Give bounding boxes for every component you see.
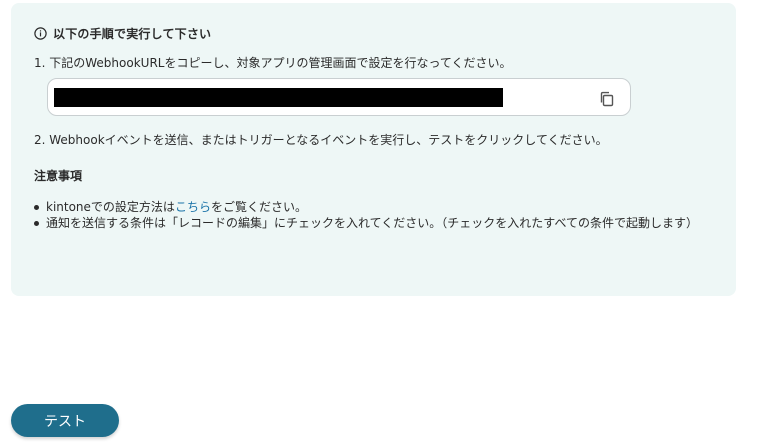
test-button[interactable]: テスト (11, 404, 119, 437)
instruction-heading: 以下の手順で実行して下さい (34, 25, 211, 42)
webhook-url-field[interactable] (47, 78, 631, 116)
note-item-settings-help: kintoneでの設定方法はこちらをご覧ください。 (34, 199, 724, 215)
step-2-text: 2. Webhookイベントを送信、またはトリガーとなるイベントを実行し、テスト… (34, 133, 608, 147)
note-item-1-prefix: kintoneでの設定方法は (46, 200, 175, 214)
info-icon (34, 27, 47, 40)
webhook-url-value-redacted (54, 88, 503, 107)
instruction-heading-text: 以下の手順で実行して下さい (53, 27, 212, 41)
settings-help-link[interactable]: こちら (175, 200, 211, 214)
note-item-trigger-condition: 通知を送信する条件は「レコードの編集」にチェックを入れてください。（チェックを入… (34, 215, 724, 231)
step-1-text: 1. 下記のWebhookURLをコピーし、対象アプリの管理画面で設定を行なって… (34, 56, 512, 70)
instruction-panel (11, 3, 736, 296)
note-item-1-suffix: をご覧ください。 (210, 200, 307, 214)
notes-list: kintoneでの設定方法はこちらをご覧ください。 通知を送信する条件は「レコー… (34, 199, 724, 231)
notes-title: 注意事項 (34, 169, 83, 183)
copy-icon[interactable] (598, 90, 616, 108)
